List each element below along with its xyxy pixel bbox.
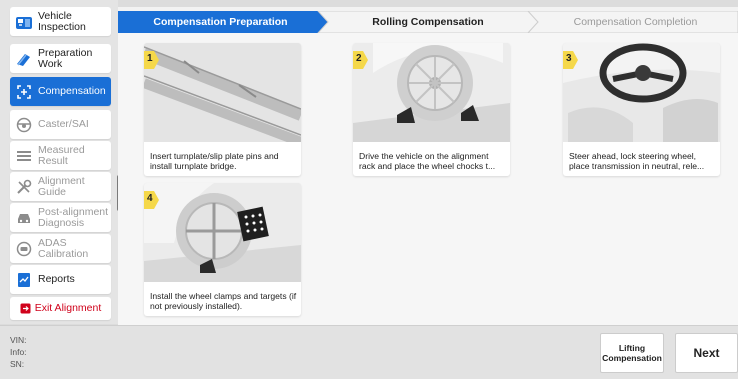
turnplate-illustration — [144, 43, 301, 142]
instruction-text: Insert turnplate/slip plate pins and ins… — [150, 151, 279, 171]
step-label: Compensation Preparation — [153, 16, 288, 28]
exit-icon — [20, 303, 32, 315]
sn-label: SN: — [10, 359, 25, 369]
sidebar-item-compensation[interactable]: Compensation — [10, 77, 111, 106]
sidebar-item-adas-calibration[interactable]: ADAS Calibration — [10, 234, 111, 263]
adas-icon — [14, 239, 34, 259]
compensation-icon — [14, 82, 34, 102]
step-rolling-compensation: Rolling Compensation — [323, 11, 533, 33]
sidebar: Vehicle Inspection Preparation Work Comp… — [0, 0, 118, 324]
wheel-clamp-illustration — [144, 183, 301, 282]
instruction-card: 2 Drive the vehicle on the alignment rac… — [353, 43, 510, 176]
sidebar-item-vehicle-inspection[interactable]: Vehicle Inspection — [10, 7, 111, 36]
steering-wheel-icon — [14, 115, 34, 135]
vehicle-inspection-icon — [14, 12, 34, 32]
lifting-compensation-button[interactable]: Lifting Compensation — [600, 333, 664, 373]
step-number: 3 — [566, 53, 572, 64]
wrench-icon — [14, 177, 34, 197]
step-label: Rolling Compensation — [372, 16, 484, 28]
instruction-text: Steer ahead, lock steering wheel, place … — [569, 151, 705, 171]
car-diagnosis-icon — [14, 208, 34, 228]
sidebar-item-label: Alignment Guide — [38, 174, 85, 198]
sidebar-item-reports[interactable]: Reports — [10, 265, 111, 294]
step-progress-bar: Compensation Preparation Rolling Compens… — [118, 11, 738, 33]
step-number-badge: 4 — [144, 191, 159, 209]
step-label: Compensation Completion — [573, 16, 698, 28]
exit-alignment-label: Exit Alignment — [34, 302, 102, 314]
vehicle-info: VIN: Info: SN: — [10, 334, 27, 370]
vin-label: VIN: — [10, 335, 27, 345]
sidebar-item-label: Caster/SAI — [38, 118, 89, 130]
sidebar-item-label: Preparation Work — [38, 46, 93, 70]
sidebar-item-label: Post-alignment Diagnosis — [38, 205, 109, 229]
instruction-card: 3 Steer ahead, lock steering wheel, plac… — [563, 43, 720, 176]
step-number-badge: 2 — [353, 51, 368, 69]
sidebar-item-alignment-guide[interactable]: Alignment Guide — [10, 172, 111, 201]
sidebar-item-post-alignment-diagnosis[interactable]: Post-alignment Diagnosis — [10, 203, 111, 232]
instruction-card: 4 Install the wheel clamps and targets (… — [144, 183, 301, 316]
sidebar-item-caster-sai[interactable]: Caster/SAI — [10, 110, 111, 139]
step-number: 2 — [356, 53, 362, 64]
sidebar-item-label: ADAS Calibration — [38, 236, 89, 260]
sidebar-item-label: Reports — [38, 273, 75, 285]
steering-wheel-illustration — [563, 43, 720, 142]
sidebar-item-label: Vehicle Inspection — [38, 9, 86, 33]
sidebar-item-label: Compensation — [38, 85, 106, 97]
sidebar-item-label: Measured Result — [38, 143, 85, 167]
instruction-card: 1 Insert turnplate/slip plate pins and i… — [144, 43, 301, 176]
wheel-chocks-illustration — [353, 43, 510, 142]
sidebar-item-preparation-work[interactable]: Preparation Work — [10, 44, 111, 73]
main-panel: Compensation Preparation Rolling Compens… — [118, 7, 738, 325]
step-number-badge: 3 — [563, 51, 578, 69]
step-compensation-completion: Compensation Completion — [533, 11, 738, 33]
alignment-app: Vehicle Inspection Preparation Work Comp… — [0, 0, 738, 379]
instruction-text: Install the wheel clamps and targets (if… — [150, 291, 297, 311]
preparation-icon — [14, 49, 34, 69]
sidebar-item-measured-result[interactable]: Measured Result — [10, 141, 111, 170]
step-number: 1 — [147, 53, 153, 64]
measured-result-icon — [14, 146, 34, 166]
info-label: Info: — [10, 347, 27, 357]
step-number-badge: 1 — [144, 51, 159, 69]
instruction-cards: 1 Insert turnplate/slip plate pins and i… — [118, 33, 738, 325]
instruction-text: Drive the vehicle on the alignment rack … — [359, 151, 496, 171]
exit-alignment-button[interactable]: Exit Alignment — [10, 297, 111, 320]
report-icon — [14, 270, 34, 290]
bottom-bar: VIN: Info: SN: Lifting Compensation Next — [0, 325, 738, 379]
step-number: 4 — [147, 193, 153, 204]
step-compensation-preparation: Compensation Preparation — [118, 11, 323, 33]
next-button[interactable]: Next — [675, 333, 738, 373]
